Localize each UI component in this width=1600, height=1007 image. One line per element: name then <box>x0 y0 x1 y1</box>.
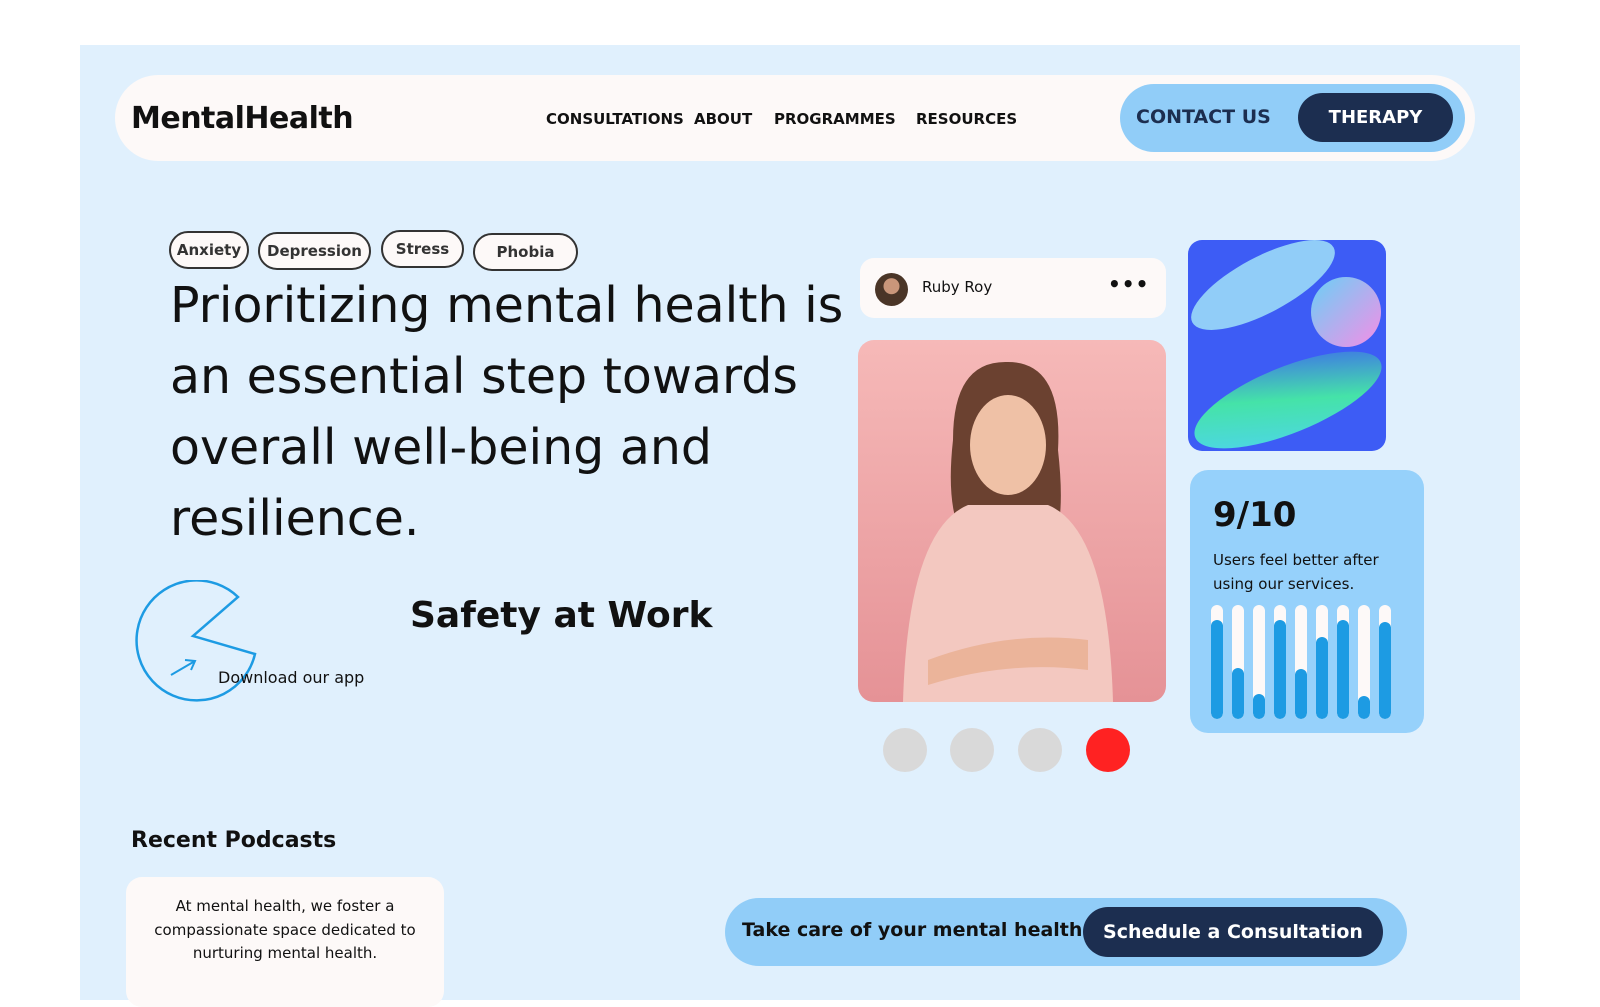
stat-bar-fill <box>1211 619 1223 719</box>
stat-bar-track <box>1295 605 1307 719</box>
stat-bar-track <box>1316 605 1328 719</box>
tag-stress[interactable]: Stress <box>381 230 464 268</box>
therapy-button[interactable]: THERAPY <box>1298 93 1453 142</box>
nav-resources[interactable]: RESOURCES <box>916 110 1017 128</box>
cta-text: Take care of your mental health <box>742 919 1083 941</box>
stat-bar-fill <box>1316 636 1328 719</box>
stat-value: 9/10 <box>1213 495 1297 535</box>
nav-cta-group: CONTACT US THERAPY <box>1120 84 1465 152</box>
page: MentalHealth CONSULTATIONS ABOUT PROGRAM… <box>80 45 1520 1007</box>
stat-bar-track <box>1253 605 1265 719</box>
stat-description: Users feel better after using our servic… <box>1213 551 1379 593</box>
carousel-dot-4-active[interactable] <box>1086 728 1130 772</box>
stat-bar-track <box>1274 605 1286 719</box>
stat-bar-fill <box>1379 622 1391 719</box>
profile-name: Ruby Roy <box>922 278 993 296</box>
tag-anxiety[interactable]: Anxiety <box>169 231 249 269</box>
stat-bar-track <box>1379 605 1391 719</box>
stat-bar-fill <box>1253 693 1265 719</box>
safety-at-work-heading: Safety at Work <box>410 595 713 636</box>
consultation-cta-bar: Take care of your mental health Schedule… <box>725 898 1407 966</box>
hero-headline: Prioritizing mental health is an essenti… <box>170 277 844 547</box>
stat-bar-track <box>1337 605 1349 719</box>
logo[interactable]: MentalHealth <box>131 101 354 136</box>
stat-bar-fill <box>1337 619 1349 719</box>
stat-bar-track <box>1358 605 1370 719</box>
avatar <box>875 273 908 306</box>
tag-depression[interactable]: Depression <box>258 232 371 270</box>
podcast-card[interactable]: At mental health, we foster a compassion… <box>126 877 444 1007</box>
schedule-consultation-button[interactable]: Schedule a Consultation <box>1083 907 1383 957</box>
stat-bar-fill <box>1232 667 1244 719</box>
recent-podcasts-heading: Recent Podcasts <box>131 828 337 853</box>
woman-portrait-image <box>903 361 1113 702</box>
profile-photo <box>858 340 1166 702</box>
navbar: MentalHealth CONSULTATIONS ABOUT PROGRAM… <box>115 75 1475 161</box>
stat-bar-track <box>1211 605 1223 719</box>
download-app-link[interactable]: Download our app <box>218 668 364 687</box>
abstract-art-card <box>1188 240 1386 451</box>
nav-consultations[interactable]: CONSULTATIONS <box>546 110 684 128</box>
contact-us-button[interactable]: CONTACT US <box>1136 106 1271 128</box>
nav-programmes[interactable]: PROGRAMMES <box>774 110 896 128</box>
stats-card: 9/10 Users feel better after using our s… <box>1190 470 1424 733</box>
profile-card: Ruby Roy ••• <box>860 258 1166 318</box>
abstract-shapes-image <box>1191 240 1382 449</box>
stat-bar-fill <box>1295 668 1307 719</box>
stat-bar-fill <box>1358 696 1370 719</box>
stat-bar-fill <box>1274 619 1286 719</box>
carousel-dot-1[interactable] <box>883 728 927 772</box>
tag-phobia[interactable]: Phobia <box>473 233 578 271</box>
stat-bar-track <box>1232 605 1244 719</box>
carousel-dot-2[interactable] <box>950 728 994 772</box>
nav-about[interactable]: ABOUT <box>694 110 752 128</box>
more-options-icon[interactable]: ••• <box>1108 272 1149 296</box>
carousel-dot-3[interactable] <box>1018 728 1062 772</box>
